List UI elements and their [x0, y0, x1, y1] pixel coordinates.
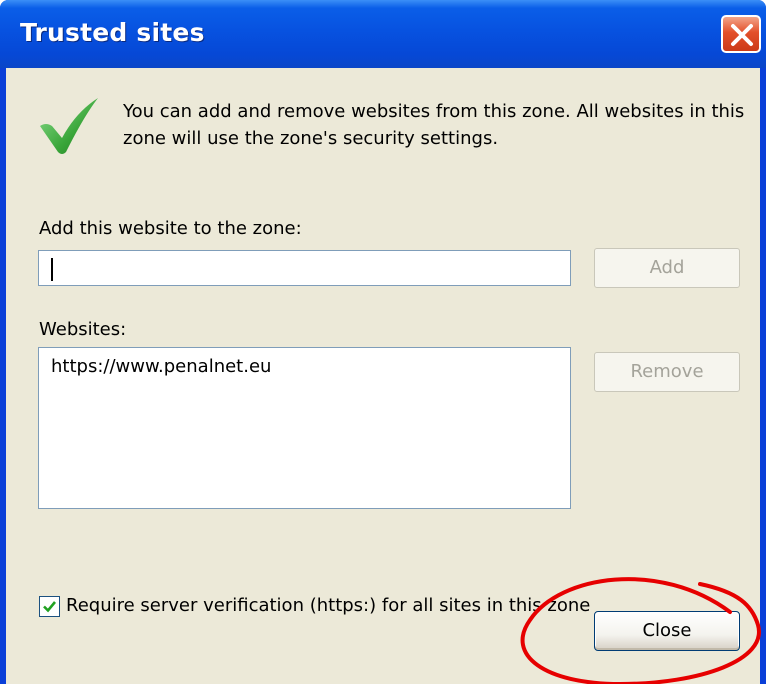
websites-label: Websites: — [39, 319, 127, 340]
website-input[interactable] — [38, 250, 571, 286]
add-button[interactable]: Add — [594, 248, 740, 288]
remove-button[interactable]: Remove — [594, 352, 740, 392]
websites-list[interactable]: https://www.penalnet.eu — [38, 347, 571, 509]
check-tick-icon — [43, 601, 57, 613]
https-verification-label: Require server verification (https:) for… — [66, 595, 591, 616]
list-item[interactable]: https://www.penalnet.eu — [51, 356, 271, 377]
text-caret — [51, 258, 53, 281]
add-website-label: Add this website to the zone: — [39, 218, 302, 239]
checkmark-icon — [40, 98, 98, 154]
zone-info-text: You can add and remove websites from thi… — [123, 101, 745, 149]
remove-button-label: Remove — [630, 361, 704, 382]
window-close-button[interactable] — [721, 15, 761, 53]
trusted-sites-dialog: Trusted sites You can add and remove web… — [0, 0, 766, 684]
title-bar[interactable]: Trusted sites — [0, 0, 766, 68]
window-title: Trusted sites — [20, 18, 205, 47]
close-icon — [731, 24, 753, 46]
close-button-label: Close — [642, 620, 692, 641]
https-verification-checkbox[interactable] — [39, 596, 60, 617]
close-button[interactable]: Close — [594, 611, 740, 651]
dialog-body: You can add and remove websites from thi… — [6, 68, 760, 684]
add-button-label: Add — [649, 257, 685, 278]
